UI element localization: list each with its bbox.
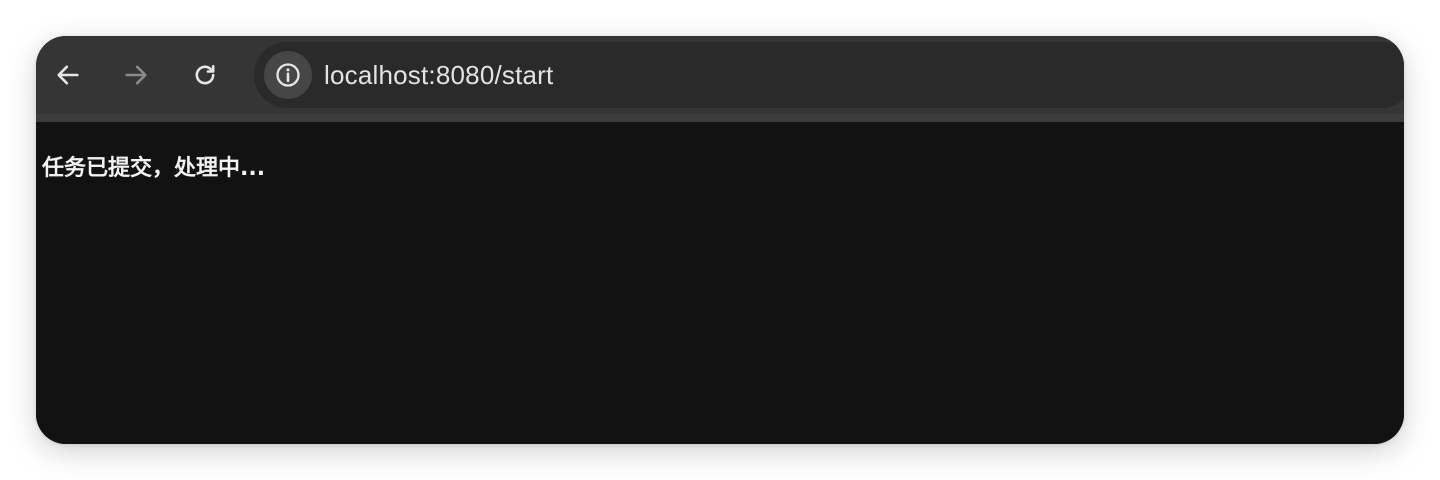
- toolbar-divider: [36, 114, 1404, 122]
- reload-button[interactable]: [185, 55, 225, 95]
- arrow-left-icon: [57, 65, 79, 85]
- forward-button[interactable]: [116, 55, 156, 95]
- url-text[interactable]: localhost:8080/start: [324, 42, 553, 108]
- info-icon: [276, 63, 300, 87]
- page-content: 任务已提交，处理中...: [36, 122, 1404, 444]
- back-button[interactable]: [48, 55, 88, 95]
- site-info-button[interactable]: [264, 51, 312, 99]
- status-message: 任务已提交，处理中...: [42, 156, 266, 181]
- browser-window: localhost:8080/start 任务已提交，处理中...: [36, 36, 1404, 444]
- browser-toolbar: localhost:8080/start: [36, 36, 1404, 114]
- reload-icon: [195, 64, 215, 85]
- address-bar[interactable]: localhost:8080/start: [254, 42, 1404, 108]
- arrow-right-icon: [125, 65, 147, 85]
